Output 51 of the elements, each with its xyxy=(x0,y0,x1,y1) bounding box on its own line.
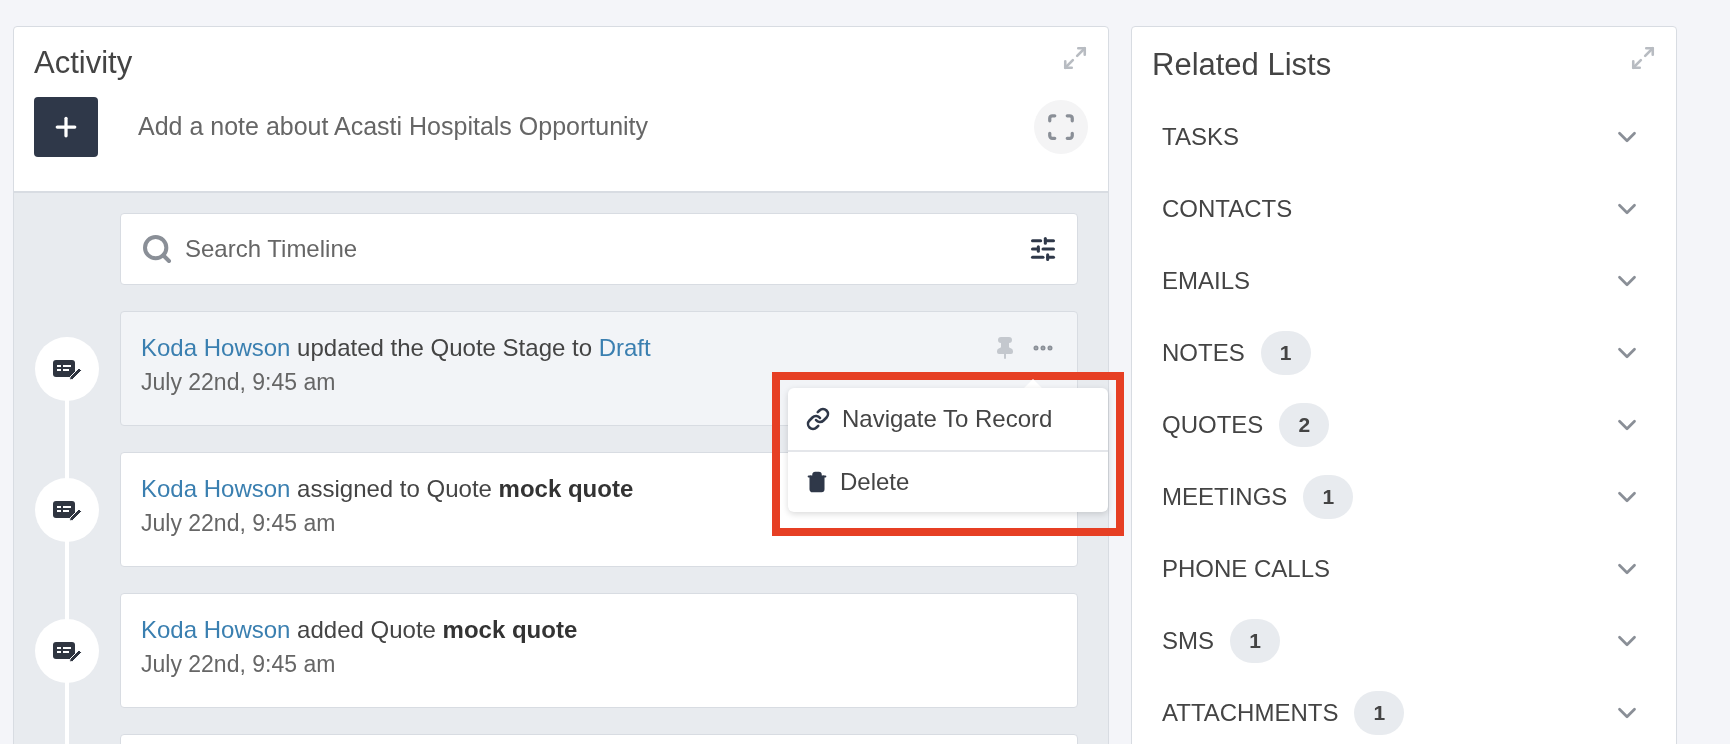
bill-edit-icon xyxy=(52,498,82,521)
related-list-row[interactable]: EMAILS xyxy=(1152,245,1656,317)
timestamp: July 22nd, 9:45 am xyxy=(141,509,336,538)
timestamp: July 22nd, 9:45 am xyxy=(141,650,336,679)
trash-icon xyxy=(806,471,828,493)
count-badge: 1 xyxy=(1354,691,1405,735)
bill-edit-icon xyxy=(52,639,82,662)
related-list-row[interactable]: ATTACHMENTS 1 xyxy=(1152,677,1656,744)
list-label: QUOTES xyxy=(1162,410,1264,440)
menu-item[interactable]: Navigate To Record xyxy=(788,388,1108,450)
add-button[interactable] xyxy=(34,97,98,157)
bill-edit-icon xyxy=(52,357,82,380)
activity-text: Koda Howson added Quote mock quote xyxy=(141,615,578,645)
fullscreen-icon xyxy=(1046,112,1076,142)
activity-text: Koda Howson assigned to Quote mock quote xyxy=(141,474,634,504)
timestamp: July 22nd, 9:45 am xyxy=(141,368,336,397)
list-label: CONTACTS xyxy=(1162,194,1293,224)
related-list-row[interactable]: PHONE CALLS xyxy=(1152,533,1656,605)
user-link[interactable]: Koda Howson xyxy=(141,334,291,361)
search-bar[interactable]: Search Timeline xyxy=(120,213,1078,285)
related-list-row[interactable]: TASKS xyxy=(1152,101,1656,173)
link-icon xyxy=(806,407,830,431)
list-label: SMS xyxy=(1162,626,1214,656)
panel-title: Related Lists xyxy=(1152,47,1332,83)
search-icon xyxy=(141,233,173,265)
filter-icon[interactable] xyxy=(1029,235,1057,263)
related-list-row[interactable]: MEETINGS 1 xyxy=(1152,461,1656,533)
note-field[interactable]: Add a note about Acasti Hospitals Opportunity xyxy=(138,108,1034,146)
list-label: MEETINGS xyxy=(1162,482,1288,512)
stage-link[interactable]: Draft xyxy=(598,334,651,361)
search-field[interactable]: Search Timeline xyxy=(185,231,1029,267)
count-badge: 1 xyxy=(1230,619,1280,663)
count-badge: 1 xyxy=(1303,475,1354,519)
user-link[interactable]: Koda Howson xyxy=(141,616,291,643)
activity-text: Koda Howson updated the Quote Stage to Draft xyxy=(141,333,651,363)
related-list-row[interactable]: SMS 1 xyxy=(1152,605,1656,677)
list-label: EMAILS xyxy=(1162,266,1251,296)
list-label: TASKS xyxy=(1162,122,1239,152)
related-list-row[interactable]: NOTES 1 xyxy=(1152,317,1656,389)
list-label: PHONE CALLS xyxy=(1162,554,1331,584)
list-label: ATTACHMENTS xyxy=(1162,698,1339,728)
panel-title: Activity xyxy=(34,45,133,81)
user-link[interactable]: Koda Howson xyxy=(141,475,291,502)
count-badge: 2 xyxy=(1279,403,1330,447)
menu-item[interactable]: Delete xyxy=(788,450,1108,512)
related-list-row[interactable]: CONTACTS xyxy=(1152,173,1656,245)
expand-icon[interactable] xyxy=(1630,45,1656,71)
list-label: NOTES xyxy=(1162,338,1245,368)
expand-icon[interactable] xyxy=(1062,45,1088,71)
count-badge: 1 xyxy=(1260,331,1311,375)
related-list-row[interactable]: QUOTES 2 xyxy=(1152,389,1656,461)
